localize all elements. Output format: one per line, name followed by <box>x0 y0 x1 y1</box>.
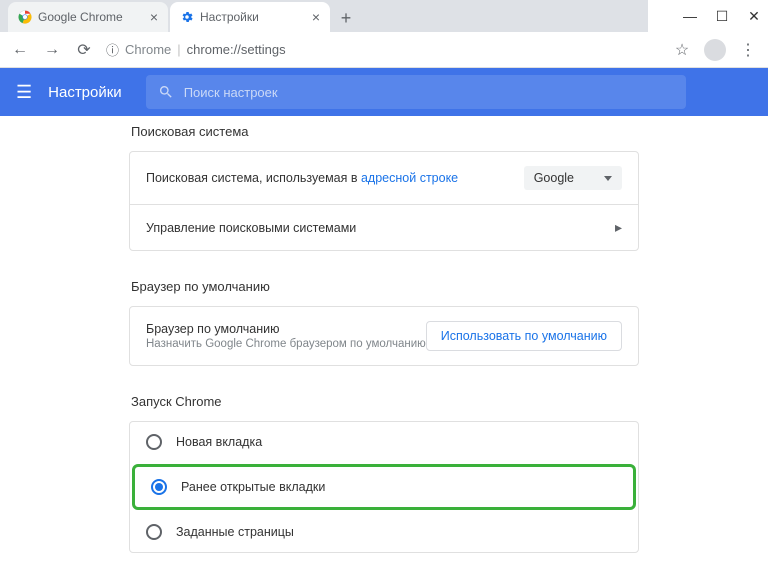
forward-button[interactable]: → <box>42 41 62 59</box>
radio-previous-tabs[interactable]: Ранее открытые вкладки <box>132 464 636 510</box>
address-bar-link[interactable]: адресной строке <box>361 171 458 185</box>
default-browser-card: Браузер по умолчанию Назначить Google Ch… <box>129 306 639 366</box>
radio-label: Новая вкладка <box>176 435 262 449</box>
tab-settings[interactable]: Настройки × <box>170 2 330 32</box>
chrome-icon <box>18 10 32 24</box>
row-label: Управление поисковыми системами <box>146 221 356 235</box>
tab-label: Google Chrome <box>38 10 123 24</box>
settings-content: Поисковая система Поисковая система, исп… <box>0 116 768 572</box>
section-title-search-engine: Поисковая система <box>131 124 639 139</box>
minimize-button[interactable]: — <box>684 10 696 22</box>
row-label: Браузер по умолчанию <box>146 322 426 336</box>
radio-label: Заданные страницы <box>176 525 294 539</box>
settings-header: ☰ Настройки <box>0 68 768 116</box>
back-button[interactable]: ← <box>10 41 30 59</box>
url-path: chrome://settings <box>187 42 286 57</box>
radio-off-icon <box>146 524 162 540</box>
close-icon[interactable]: × <box>312 9 320 25</box>
search-engine-label: Поисковая система, используемая в адресн… <box>146 171 458 185</box>
close-icon[interactable]: × <box>150 9 158 25</box>
search-engine-dropdown[interactable]: Google <box>524 166 622 190</box>
advanced-toggle[interactable]: Дополнительные <box>129 553 639 572</box>
tab-strip: Google Chrome × Настройки × + <box>0 0 648 32</box>
radio-specific-pages[interactable]: Заданные страницы <box>130 512 638 552</box>
radio-off-icon <box>146 434 162 450</box>
url-scheme: Chrome <box>125 42 171 57</box>
url-separator: | <box>177 42 180 57</box>
menu-icon[interactable]: ☰ <box>16 82 32 103</box>
chevron-down-icon <box>604 176 612 181</box>
startup-card: Новая вкладка Ранее открытые вкладки Зад… <box>129 421 639 553</box>
reload-button[interactable]: ⟳ <box>74 40 94 60</box>
search-engine-card: Поисковая система, используемая в адресн… <box>129 151 639 251</box>
make-default-button[interactable]: Использовать по умолчанию <box>426 321 622 351</box>
radio-on-icon <box>151 479 167 495</box>
radio-new-tab[interactable]: Новая вкладка <box>130 422 638 462</box>
search-engine-row: Поисковая система, используемая в адресн… <box>130 152 638 205</box>
maximize-button[interactable]: ☐ <box>716 10 728 22</box>
tab-label: Настройки <box>200 10 259 24</box>
section-title-startup: Запуск Chrome <box>131 394 639 409</box>
gear-icon <box>180 10 194 24</box>
avatar[interactable] <box>704 39 726 61</box>
search-input[interactable] <box>184 85 674 100</box>
radio-label: Ранее открытые вкладки <box>181 480 325 494</box>
default-browser-row: Браузер по умолчанию Назначить Google Ch… <box>130 307 638 365</box>
row-subtext: Назначить Google Chrome браузером по умо… <box>146 338 426 350</box>
chevron-right-icon: ▸ <box>615 219 622 236</box>
page-title: Настройки <box>48 84 122 101</box>
new-tab-button[interactable]: + <box>332 4 360 32</box>
address-bar: ← → ⟳ ⓘ Chrome | chrome://settings ☆ ⋮ <box>0 32 768 68</box>
omnibox[interactable]: ⓘ Chrome | chrome://settings <box>106 40 660 59</box>
bookmark-icon[interactable]: ☆ <box>672 40 692 60</box>
menu-icon[interactable]: ⋮ <box>738 40 758 60</box>
tab-google-chrome[interactable]: Google Chrome × <box>8 2 168 32</box>
info-icon: ⓘ <box>106 40 119 59</box>
manage-search-engines-row[interactable]: Управление поисковыми системами ▸ <box>130 205 638 250</box>
dropdown-value: Google <box>534 171 574 185</box>
section-title-default-browser: Браузер по умолчанию <box>131 279 639 294</box>
search-input-container[interactable] <box>146 75 686 109</box>
close-button[interactable]: ✕ <box>748 10 760 22</box>
search-icon <box>158 84 174 100</box>
